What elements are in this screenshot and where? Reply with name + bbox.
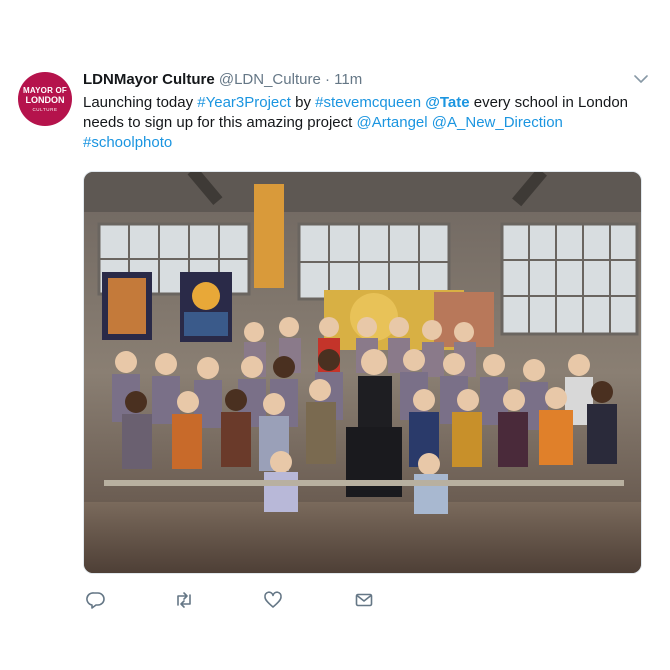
- tweet-actions: [86, 590, 386, 610]
- tweet-text-segment: Launching today: [83, 94, 198, 111]
- direct-message-icon[interactable]: [354, 590, 374, 610]
- user-handle[interactable]: @LDN_Culture: [219, 71, 321, 88]
- hashtag-link[interactable]: #schoolphoto: [83, 134, 172, 151]
- display-name[interactable]: LDNMayor Culture: [83, 71, 215, 88]
- tweet-text-segment: by: [290, 94, 316, 111]
- chevron-down-icon[interactable]: [632, 72, 650, 86]
- hashtag-link[interactable]: #Year3Project: [197, 94, 291, 111]
- separator: ·: [324, 71, 330, 88]
- school-class-photo[interactable]: [83, 171, 642, 574]
- avatar-line2: LONDON: [25, 95, 65, 105]
- avatar-line3: CULTURE: [32, 107, 58, 112]
- tweet-header: LDNMayor Culture @LDN_Culture · 11m: [83, 70, 362, 90]
- avatar-line1: MAYOR OF: [23, 86, 67, 95]
- like-icon[interactable]: [263, 590, 283, 610]
- avatar[interactable]: MAYOR OF LONDON CULTURE: [18, 72, 72, 126]
- timestamp[interactable]: 11m: [334, 71, 362, 88]
- tweet-text: Launching today #Year3Project by #stevem…: [83, 93, 653, 153]
- mention-link[interactable]: @Artangel: [357, 114, 428, 131]
- mention-link[interactable]: @Tate: [425, 94, 469, 111]
- reply-icon[interactable]: [86, 590, 106, 610]
- retweet-icon[interactable]: [174, 590, 194, 610]
- hashtag-link[interactable]: #stevemcqueen: [315, 94, 421, 111]
- mention-link[interactable]: @A_New_Direction: [432, 114, 563, 131]
